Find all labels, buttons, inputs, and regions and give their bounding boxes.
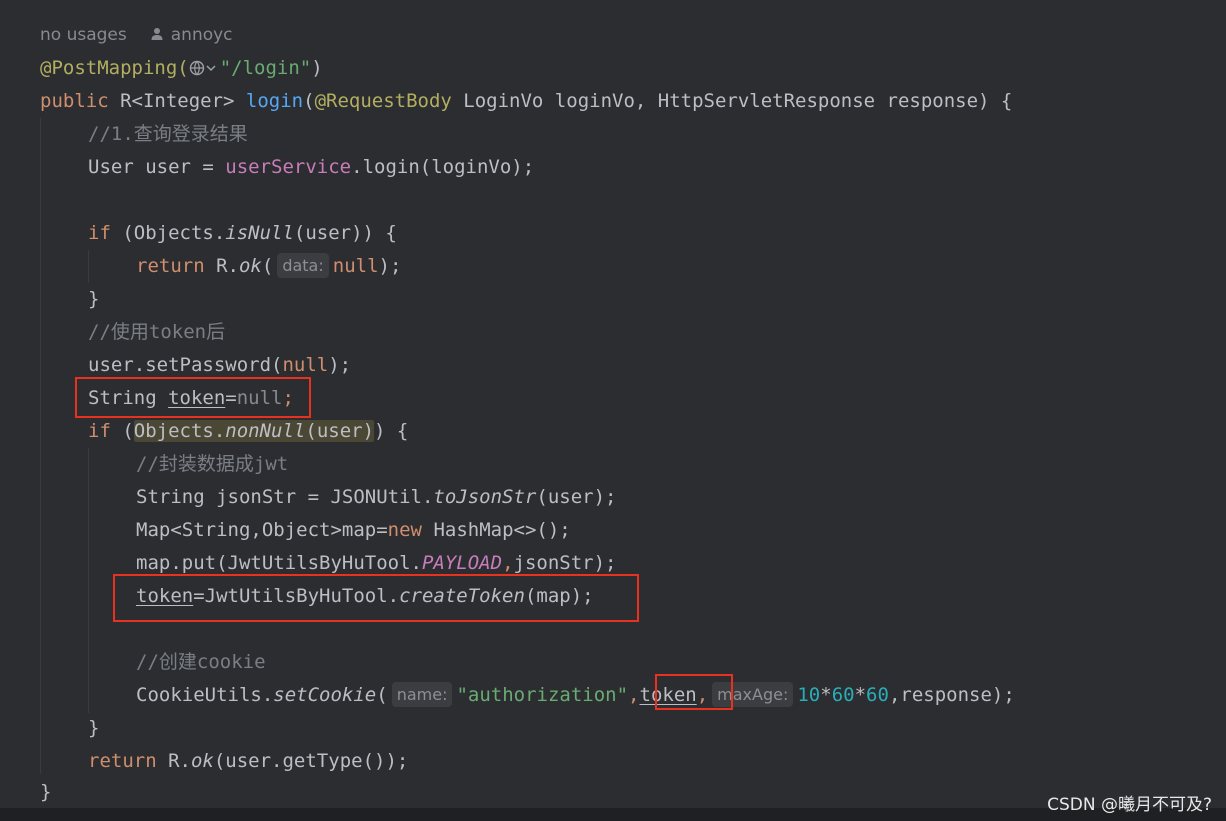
code-line[interactable]: //创建cookie <box>136 646 266 679</box>
code-token: (user); <box>536 486 617 508</box>
annotation-token: @PostMapping( <box>40 57 189 79</box>
string-literal: "/login" <box>219 57 312 79</box>
highlight-box-token-declaration <box>75 377 311 418</box>
indent-guide <box>88 250 89 283</box>
code-token: map.put(JwtUtilsByHuTool. <box>136 552 422 574</box>
code-token: (user <box>305 420 363 442</box>
code-line[interactable]: public R<Integer> login(@RequestBody Log… <box>40 85 1012 118</box>
code-token: HashMap<>(); <box>422 519 571 541</box>
code-token: user.setPassword( <box>88 354 283 376</box>
comment-token: //封装数据成jwt <box>136 453 289 475</box>
static-method-token: toJsonStr <box>433 486 537 508</box>
indent-guide <box>88 448 89 713</box>
annotation-token: @RequestBody <box>314 90 452 112</box>
code-token: ) <box>311 57 323 79</box>
field-token: userService <box>225 156 352 178</box>
keyword-token: new <box>387 519 422 541</box>
code-line[interactable]: return R.ok(data: null); <box>136 250 401 283</box>
code-line[interactable]: //使用token后 <box>88 316 225 349</box>
code-token: (user)) { <box>293 222 397 244</box>
code-token: * <box>820 684 832 706</box>
code-token: ) <box>362 420 375 442</box>
keyword-token: if <box>88 222 111 244</box>
code-line[interactable]: User user = userService.login(loginVo); <box>88 151 534 184</box>
code-token: , <box>502 552 514 574</box>
code-token: Map<String,Object>map= <box>136 519 388 541</box>
code-line[interactable]: } <box>88 283 99 316</box>
code-editor[interactable]: no usages annoyc @PostMapping( "/login") p… <box>0 0 1226 808</box>
code-line[interactable]: if (Objects.isNull(user)) { <box>88 217 397 250</box>
number-literal: 60 <box>831 684 855 706</box>
method-name: login <box>245 90 304 112</box>
keyword-token: return <box>88 750 157 772</box>
code-token: R. <box>156 750 191 772</box>
code-token: ( <box>303 90 315 112</box>
keyword-token: return <box>136 255 205 277</box>
static-method-token: nonNull <box>225 420 306 442</box>
static-method-token: setCookie <box>273 684 377 706</box>
code-token: ); <box>328 354 352 376</box>
code-token: , <box>628 684 640 706</box>
static-method-token: ok <box>190 750 214 772</box>
keyword-token: null <box>332 255 379 277</box>
highlight-box-token-assignment <box>113 574 639 622</box>
keyword-token: public <box>40 90 109 112</box>
code-token: String jsonStr = JSONUtil. <box>136 486 434 508</box>
code-token: (Objects. <box>110 222 226 244</box>
code-token: } <box>88 288 100 310</box>
watermark: CSDN @曦月不可及? <box>1047 795 1212 815</box>
user-icon <box>151 28 163 40</box>
code-token: R. <box>204 255 239 277</box>
code-token: LoginVo loginVo, HttpServletResponse res… <box>451 90 1013 112</box>
code-token: .login(loginVo); <box>351 156 535 178</box>
code-token: ); <box>378 255 402 277</box>
keyword-token: if <box>88 420 111 442</box>
comment-token: //使用token后 <box>88 321 226 343</box>
code-token: CookieUtils. <box>136 684 274 706</box>
number-literal: 10 <box>797 684 821 706</box>
code-line[interactable]: //1.查询登录结果 <box>88 118 248 151</box>
code-line[interactable]: Map<String,Object>map=new HashMap<>(); <box>136 514 571 547</box>
parameter-hint: name: <box>391 682 453 707</box>
code-token: User user = <box>88 156 226 178</box>
code-token: } <box>40 781 52 803</box>
usages-label[interactable]: no usages <box>40 25 127 45</box>
code-token: Objects. <box>133 420 226 442</box>
parameter-hint: data: <box>277 253 329 278</box>
string-literal: "authorization" <box>456 684 629 706</box>
static-method-token: isNull <box>225 222 294 244</box>
author-label[interactable]: annoyc <box>171 25 233 45</box>
indent-guide <box>40 118 41 774</box>
code-token: * <box>854 684 867 706</box>
code-line[interactable]: CookieUtils.setCookie(name: "authorizatio… <box>136 679 1015 712</box>
code-token: (user.getType()); <box>213 750 409 772</box>
globe-icon[interactable] <box>189 60 205 76</box>
code-line[interactable]: String jsonStr = JSONUtil.toJsonStr(user… <box>136 481 616 514</box>
bottom-strip <box>0 808 1226 821</box>
codevision-hint[interactable]: no usages annoyc <box>40 20 233 50</box>
static-method-token: ok <box>238 255 262 277</box>
code-token: ( <box>376 684 388 706</box>
code-token: ( <box>261 255 274 277</box>
comment-token: //1.查询登录结果 <box>88 123 248 145</box>
constant-token: PAYLOAD <box>421 552 503 574</box>
highlight-box-token-argument <box>655 674 733 710</box>
code-token: R<Integer> <box>108 90 246 112</box>
comment-token: //创建cookie <box>136 651 266 673</box>
code-token: ( <box>110 420 134 442</box>
code-line[interactable]: } <box>40 776 51 809</box>
code-token: ) { <box>374 420 409 442</box>
code-line[interactable]: //封装数据成jwt <box>136 448 288 481</box>
code-token: ,response); <box>888 684 1015 706</box>
code-line[interactable]: @PostMapping( "/login") <box>40 52 323 85</box>
code-line[interactable]: } <box>88 712 99 745</box>
code-token: jsonStr); <box>513 552 617 574</box>
code-token: } <box>88 717 100 739</box>
keyword-token: null <box>282 354 329 376</box>
number-literal: 60 <box>866 684 889 706</box>
code-line[interactable]: if (Objects.nonNull(user)) { <box>88 415 408 448</box>
chevron-down-icon[interactable] <box>205 60 217 76</box>
code-line[interactable]: return R.ok(user.getType()); <box>88 745 408 778</box>
